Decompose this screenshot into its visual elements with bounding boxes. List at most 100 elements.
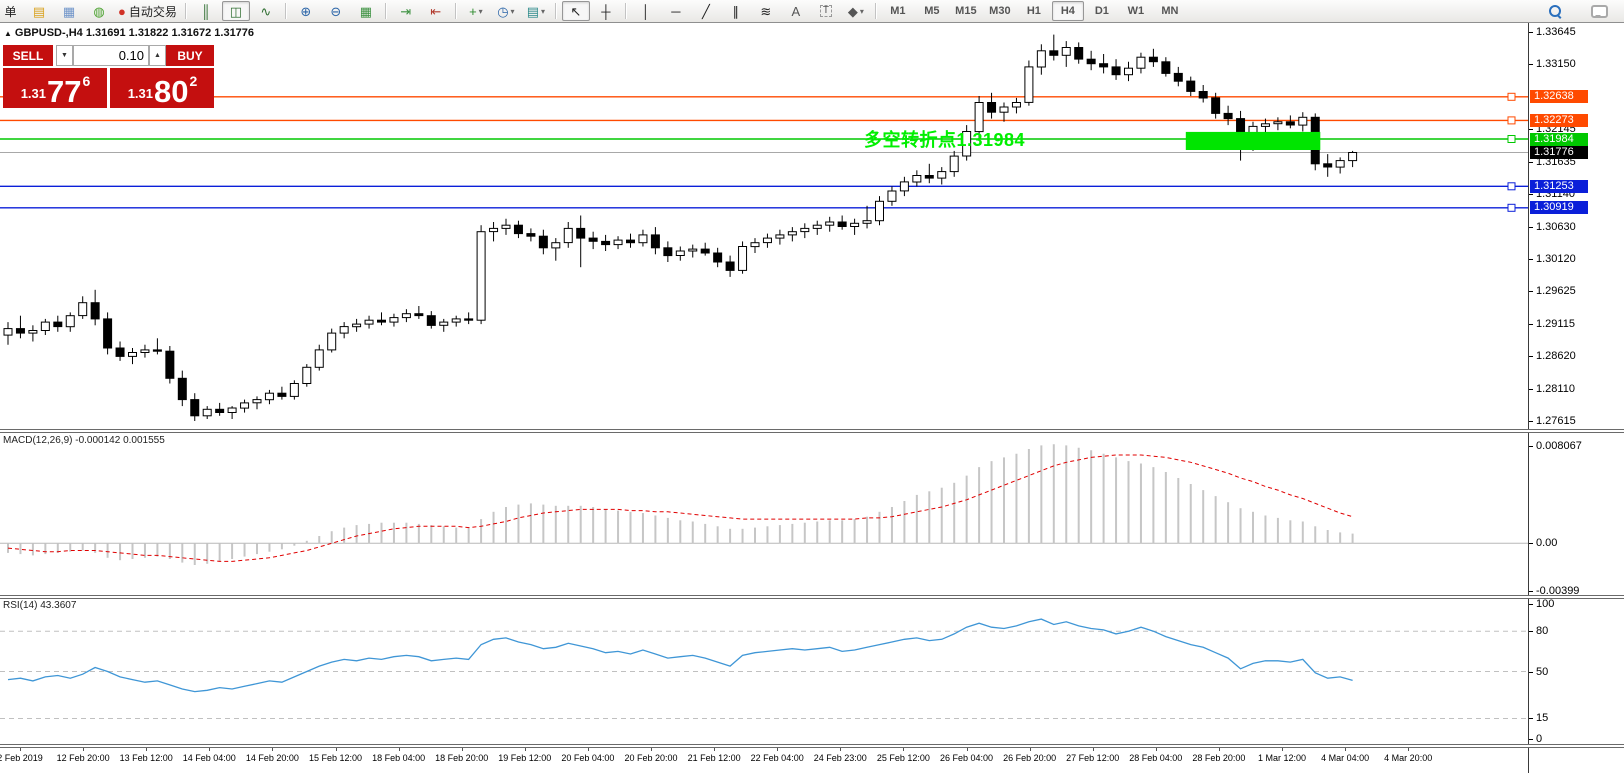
- dropdown-arrow-icon: ▾: [541, 6, 546, 16]
- price-level-badge: 1.31253: [1530, 179, 1588, 193]
- sell-price-button[interactable]: 1.31 77 6: [3, 68, 107, 108]
- trendline-button[interactable]: ╱: [692, 1, 720, 21]
- time-axis[interactable]: 2 Feb 2019 12 Feb 20:00 13 Feb 12:00 14 Feb…: [0, 747, 1528, 773]
- pane-divider[interactable]: [0, 429, 1624, 433]
- toolbar-separator: [454, 3, 457, 19]
- x-axis-label: 15 Feb 12:00: [308, 753, 363, 763]
- x-axis-label: 21 Feb 12:00: [687, 753, 741, 763]
- axis-tick-mark: [1529, 193, 1533, 195]
- signal-button[interactable]: ◍: [85, 1, 113, 21]
- rsi-pane[interactable]: [0, 599, 1528, 744]
- tile-windows-icon: ▦: [359, 3, 373, 19]
- volume-decrease-button[interactable]: ▼: [56, 45, 73, 66]
- axis-tick-mark: [1529, 291, 1533, 293]
- order-history-button[interactable]: ▤: [25, 1, 53, 21]
- price-level-badge: 1.32273: [1530, 113, 1588, 127]
- channel-button[interactable]: ∥: [722, 1, 750, 21]
- auto-scroll-button[interactable]: ⇥: [392, 1, 420, 21]
- x-axis-label: 1 Mar 12:00: [1257, 753, 1307, 763]
- rsi-canvas[interactable]: [0, 599, 1528, 744]
- x-axis-label: 2 Feb 2019: [0, 753, 43, 763]
- vertical-line-button[interactable]: │: [632, 1, 660, 21]
- y-axis-tick: 1.30120: [1536, 253, 1576, 266]
- main-chart-canvas[interactable]: [0, 23, 1528, 430]
- x-axis-label: 26 Feb 20:00: [1003, 753, 1057, 763]
- template-icon: ▤: [526, 3, 540, 19]
- y-axis-tick: 1.27615: [1536, 415, 1576, 428]
- y-axis-tick: 1.28620: [1536, 350, 1576, 363]
- label-button[interactable]: T: [812, 1, 840, 21]
- buy-button[interactable]: BUY: [166, 45, 214, 66]
- timeframe-h1-button[interactable]: H1: [1018, 1, 1050, 21]
- candlestick-chart-icon: ◫: [229, 3, 243, 19]
- timeframe-d1-button[interactable]: D1: [1086, 1, 1118, 21]
- periods-button[interactable]: ◷ ▾: [492, 1, 520, 21]
- timeframe-m5-button[interactable]: M5: [916, 1, 948, 21]
- timeframe-w1-button[interactable]: W1: [1120, 1, 1152, 21]
- toolbar-separator: [384, 3, 387, 19]
- trendline-icon: ╱: [701, 3, 710, 19]
- buy-price-big: 80: [154, 73, 189, 109]
- x-axis-label: 20 Feb 04:00: [561, 753, 615, 763]
- buy-price-prefix: 1.31: [127, 86, 154, 101]
- volume-increase-button[interactable]: ▲: [149, 45, 166, 66]
- timeframe-m30-button[interactable]: M30: [984, 1, 1016, 21]
- macd-canvas[interactable]: [0, 434, 1528, 595]
- template-button[interactable]: ▤ ▾: [522, 1, 550, 21]
- timeframe-m1-button[interactable]: M1: [882, 1, 914, 21]
- x-axis-label: 14 Feb 04:00: [182, 753, 236, 763]
- chat-button[interactable]: [1585, 1, 1613, 21]
- candlestick-chart-button[interactable]: ◫: [221, 1, 250, 21]
- axis-tick-mark: [1529, 389, 1533, 391]
- zoom-out-button[interactable]: ⊖: [322, 1, 350, 21]
- dropdown-arrow-icon: ▾: [510, 6, 515, 16]
- auto-trading-button[interactable]: ● 自动交易: [115, 1, 180, 21]
- line-chart-button[interactable]: ∿: [252, 1, 280, 21]
- arrows-button[interactable]: ◆ ▾: [842, 1, 870, 21]
- add-indicator-icon: +: [469, 3, 477, 19]
- x-axis-label: 14 Feb 20:00: [245, 753, 299, 763]
- crosshair-button[interactable]: ┼: [592, 1, 620, 21]
- zoom-in-button[interactable]: ⊕: [292, 1, 320, 21]
- y-axis-tick: 15: [1536, 712, 1549, 725]
- tile-windows-button[interactable]: ▦: [352, 1, 380, 21]
- main-chart-pane[interactable]: [0, 23, 1528, 430]
- text-button[interactable]: A: [782, 1, 810, 21]
- search-button[interactable]: [1541, 1, 1569, 21]
- sell-price-prefix: 1.31: [20, 86, 47, 101]
- y-axis-tick: 0.008067: [1536, 439, 1582, 452]
- x-axis-label: 24 Feb 23:00: [813, 753, 867, 763]
- fibonacci-button[interactable]: ≋: [752, 1, 780, 21]
- y-axis-tick: 1.28110: [1536, 383, 1575, 396]
- channel-icon: ∥: [732, 3, 740, 19]
- pane-divider[interactable]: [0, 595, 1624, 599]
- axis-tick-mark: [1529, 604, 1533, 606]
- buy-price-button[interactable]: 1.31 80 2: [110, 68, 214, 108]
- bar-chart-icon: ║: [201, 3, 211, 19]
- volume-input[interactable]: [73, 45, 149, 66]
- zoom-in-icon: ⊕: [300, 3, 312, 19]
- toolbar-separator: [624, 3, 627, 19]
- toolbar-right: [1540, 0, 1614, 22]
- chat-icon: [1590, 4, 1608, 18]
- price-level-badge: 1.32638: [1530, 90, 1588, 104]
- collapse-arrow-icon[interactable]: ▲: [4, 29, 12, 38]
- chart-shift-button[interactable]: ⇤: [422, 1, 450, 21]
- timeframe-h4-button[interactable]: H4: [1051, 1, 1084, 21]
- auto-scroll-icon: ⇥: [400, 3, 412, 19]
- price-level-badge: 1.30919: [1530, 201, 1588, 215]
- axis-tick-mark: [1529, 718, 1533, 720]
- bar-chart-button[interactable]: ║: [192, 1, 220, 21]
- cursor-button[interactable]: ↖: [561, 1, 590, 21]
- charts-window-button[interactable]: ▦: [55, 1, 83, 21]
- zoom-out-icon: ⊖: [330, 3, 342, 19]
- timeframe-mn-button[interactable]: MN: [1154, 1, 1186, 21]
- horizontal-line-button[interactable]: ─: [662, 1, 690, 21]
- add-indicator-button[interactable]: + ▾: [462, 1, 490, 21]
- pane-divider[interactable]: [0, 744, 1624, 748]
- timeframe-m15-button[interactable]: M15: [950, 1, 982, 21]
- new-order-button[interactable]: 单: [0, 1, 23, 21]
- price-axis[interactable]: 1.33645 1.33150 1.32145 1.31635 1.31140 1.306…: [1529, 23, 1624, 773]
- macd-pane[interactable]: [0, 434, 1528, 595]
- sell-button[interactable]: SELL: [3, 45, 53, 66]
